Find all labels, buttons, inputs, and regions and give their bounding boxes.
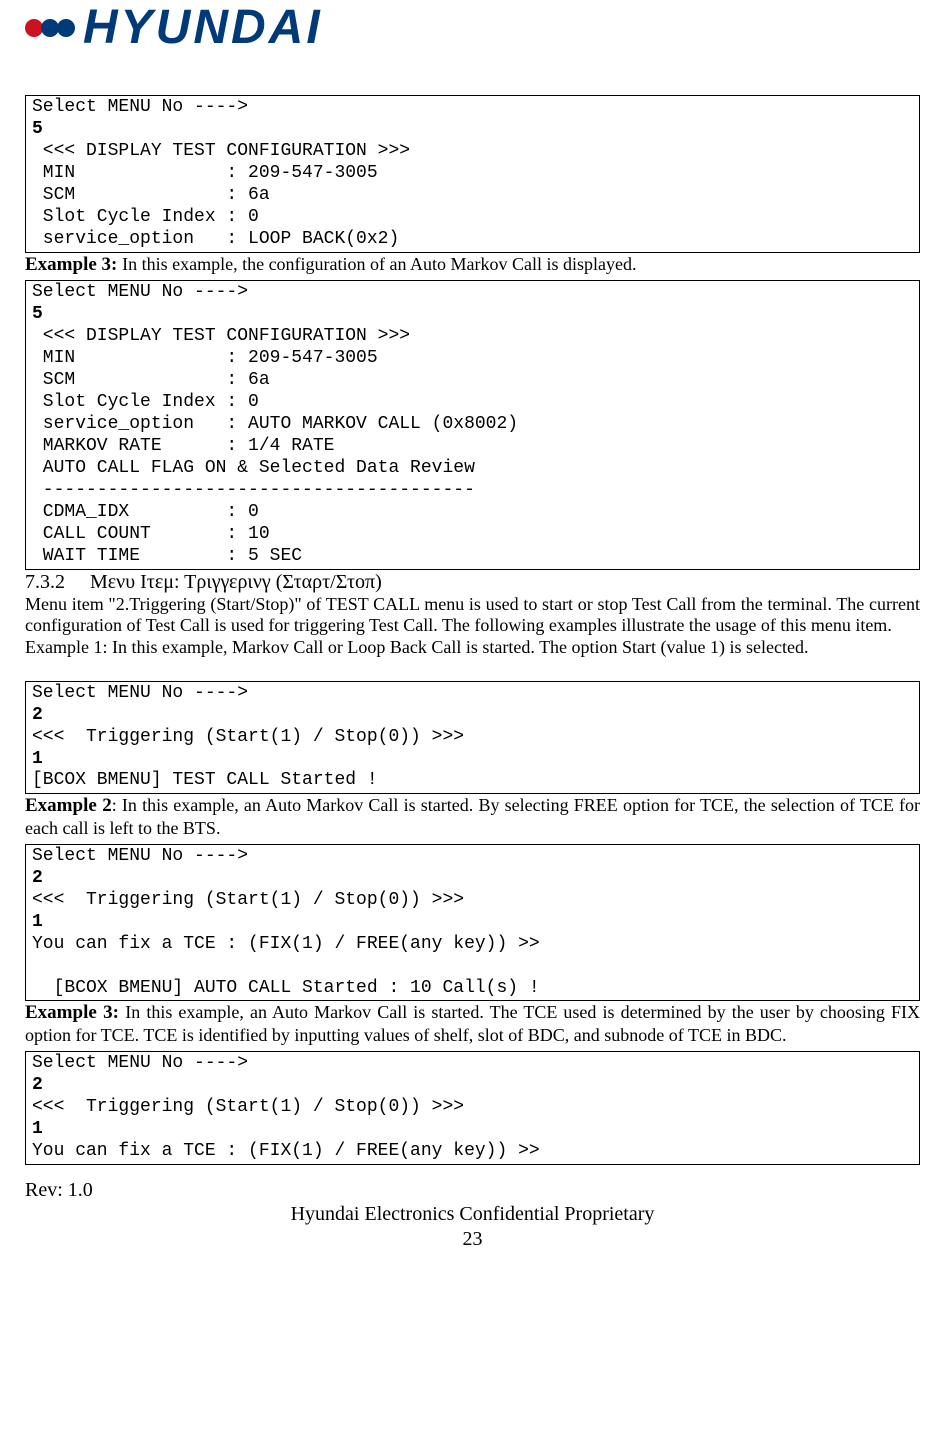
logo-dots [25,19,73,37]
code-line: Select MENU No ----> [32,97,248,117]
code-line: Select MENU No ----> [32,846,248,866]
code-line: <<< DISPLAY TEST CONFIGURATION >>> [32,326,410,346]
paragraph-1: Menu item "2.Triggering (Start/Stop)" of… [25,594,920,637]
example-2-text: : In this example, an Auto Markov Call i… [25,795,920,838]
logo-dot-blue-2 [57,19,75,37]
code-line-bold: 2 [32,705,43,725]
code-line-bold: 1 [32,912,43,932]
code-line: <<< Triggering (Start(1) / Stop(0)) >>> [32,727,464,747]
code-line: Slot Cycle Index : 0 [32,207,259,227]
header-logo: HYUNDAI [25,0,920,55]
code-line: service_option : AUTO MARKOV CALL (0x800… [32,414,518,434]
code-line: <<< DISPLAY TEST CONFIGURATION >>> [32,141,410,161]
example-2-line: Example 2: In this example, an Auto Mark… [25,795,920,839]
code-line: You can fix a TCE : (FIX(1) / FREE(any k… [32,1141,540,1161]
code-block-2: Select MENU No ----> 5 <<< DISPLAY TEST … [25,280,920,569]
code-line: <<< Triggering (Start(1) / Stop(0)) >>> [32,1097,464,1117]
code-line: WAIT TIME : 5 SEC [32,546,302,566]
example-3a-text: In this example, the configuration of an… [122,254,636,274]
code-line: ---------------------------------------- [32,480,475,500]
code-line: MARKOV RATE : 1/4 RATE [32,436,334,456]
code-block-4: Select MENU No ----> 2 <<< Triggering (S… [25,844,920,1002]
example-3b-line: Example 3: In this example, an Auto Mark… [25,1002,920,1046]
code-line-bold: 5 [32,304,43,324]
code-line: Slot Cycle Index : 0 [32,392,259,412]
code-block-1: Select MENU No ----> 5 <<< DISPLAY TEST … [25,95,920,253]
code-line-bold: 1 [32,1119,43,1139]
code-line: service_option : LOOP BACK(0x2) [32,229,399,249]
brand-name: HYUNDAI [83,0,323,55]
code-block-3: Select MENU No ----> 2 <<< Triggering (S… [25,681,920,795]
code-line-bold: 2 [32,1075,43,1095]
code-line: MIN : 209-547-3005 [32,163,378,183]
code-line: <<< Triggering (Start(1) / Stop(0)) >>> [32,890,464,910]
footer-rev: Rev: 1.0 [25,1179,920,1202]
code-line: You can fix a TCE : (FIX(1) / FREE(any k… [32,934,540,954]
footer-page-number: 23 [25,1227,920,1252]
code-line: SCM : 6a [32,370,270,390]
code-line: MIN : 209-547-3005 [32,348,378,368]
code-line: CALL COUNT : 10 [32,524,270,544]
code-line: Select MENU No ----> [32,683,248,703]
example-3b-label: Example 3: [25,1002,125,1023]
code-line-bold: 5 [32,119,43,139]
example-3b-text: In this example, an Auto Markov Call is … [25,1002,920,1045]
example-3a-line: Example 3: In this example, the configur… [25,254,920,277]
section-number: 7.3.2 [25,571,65,593]
footer-confidential: Hyundai Electronics Confidential Proprie… [25,1202,920,1227]
code-line: [BCOX BMENU] TEST CALL Started ! [32,770,378,790]
paragraph-1b: Example 1: In this example, Markov Call … [25,637,920,659]
code-line-bold: 1 [32,749,43,769]
code-line: [BCOX BMENU] AUTO CALL Started : 10 Call… [32,978,540,998]
code-line: Select MENU No ----> [32,282,248,302]
code-line: SCM : 6a [32,185,270,205]
code-block-5: Select MENU No ----> 2 <<< Triggering (S… [25,1051,920,1165]
code-line: Select MENU No ----> [32,1053,248,1073]
section-title: Μενυ Ιτεμ: Τριγγερινγ (Σταρτ/Στοπ) [90,571,382,593]
code-line: AUTO CALL FLAG ON & Selected Data Review [32,458,475,478]
example-3a-label: Example 3: [25,254,122,275]
code-line: CDMA_IDX : 0 [32,502,259,522]
example-2-label: Example 2 [25,795,112,816]
code-line-bold: 2 [32,868,43,888]
section-heading-732: 7.3.2 Μενυ Ιτεμ: Τριγγερινγ (Σταρτ/Στοπ) [25,571,920,594]
